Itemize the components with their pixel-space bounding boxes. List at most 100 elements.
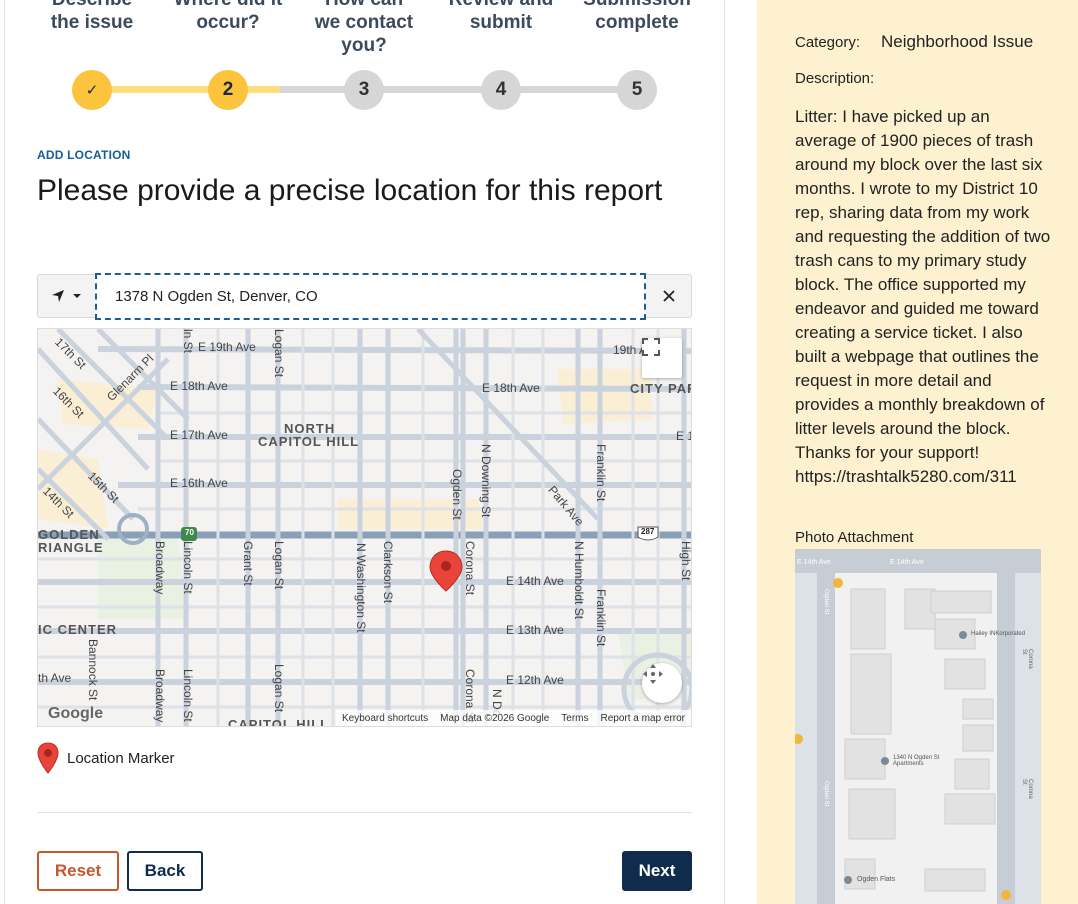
step-1-label: Describethe issue	[50, 0, 134, 33]
map-label: Ogden St	[450, 469, 464, 520]
step-5-label: Submissioncomplete	[583, 0, 691, 33]
map-label: CITY PAR	[630, 381, 692, 396]
reset-button[interactable]: Reset	[37, 851, 119, 891]
map-label: CAPITOL HILL	[228, 717, 330, 727]
map-label: IC CENTER	[38, 622, 118, 637]
left-border	[4, 0, 5, 904]
step-track-3-4	[382, 86, 482, 93]
photo-attachment-label: Photo Attachment	[795, 529, 914, 546]
map-label: Clarkson St	[381, 541, 395, 604]
map-label: Bannock St	[86, 639, 100, 701]
map-label: Corona St	[463, 541, 477, 596]
map-label: E 1	[676, 429, 691, 443]
photo-map-image	[795, 549, 1041, 904]
photo-map-label: Corona St	[1021, 649, 1033, 669]
map-label: Logan St	[272, 664, 286, 713]
google-logo: Google	[48, 705, 104, 722]
address-search	[37, 273, 692, 320]
location-map[interactable]: E 19th Ave E 18th Ave E 18th Ave E 17th …	[37, 328, 692, 727]
map-attribution: Keyboard shortcuts Map data ©2026 Google…	[335, 710, 691, 726]
main-panel-border	[724, 0, 725, 904]
step-3-number: 3	[358, 79, 370, 100]
location-marker-icon	[37, 742, 59, 774]
map-label: E 18th Ave	[482, 381, 540, 395]
map-label: Logan St	[272, 541, 286, 590]
map-label: ln St	[181, 329, 195, 354]
category-label: Category:	[795, 34, 861, 51]
photo-map-label: Hailey INKorporated	[971, 631, 1026, 637]
report-map-error-link[interactable]: Report a map error	[601, 713, 685, 724]
step-5-circle: 5	[617, 70, 657, 110]
clear-search-button[interactable]	[647, 275, 691, 317]
step-3-circle: 3	[344, 70, 384, 110]
step-track-1-2	[110, 86, 210, 93]
address-search-input[interactable]	[95, 273, 646, 320]
category-value: Neighborhood Issue	[881, 32, 1034, 51]
map-label: E 18th Ave	[170, 379, 228, 393]
fullscreen-icon	[642, 338, 660, 356]
map-label: Broadway	[153, 541, 167, 595]
checkmark-icon: ✓	[85, 82, 99, 99]
terms-link[interactable]: Terms	[561, 713, 588, 724]
step-3-label: How canwe contactyou?	[314, 0, 414, 56]
report-summary-sidebar: Category: Neighborhood Issue Description…	[757, 0, 1078, 904]
map-label: Logan St	[272, 329, 286, 378]
map-label: E 12th Ave	[506, 673, 564, 687]
step-4-circle: 4	[481, 70, 521, 110]
photo-map-label: 1340 N Ogden St Apartments	[893, 755, 940, 767]
step-2-circle: 2	[208, 70, 248, 110]
pan-arrows-icon	[643, 664, 663, 684]
photo-map-label: E 14th Ave	[797, 559, 831, 566]
close-icon	[663, 290, 675, 302]
chevron-down-icon	[73, 294, 81, 298]
legend-label: Location Marker	[67, 749, 175, 767]
step-5-number: 5	[631, 79, 643, 100]
section-eyebrow: ADD LOCATION	[37, 148, 131, 162]
photo-map-label: Ogden St	[823, 781, 829, 807]
map-label: E 16th Ave	[170, 476, 228, 490]
fullscreen-button[interactable]	[642, 338, 682, 378]
step-4-label: Review andsubmit	[449, 0, 554, 33]
map-label: RIANGLE	[38, 540, 104, 555]
step-1-circle: ✓	[72, 70, 112, 110]
map-base	[38, 329, 691, 726]
map-label: Franklin St	[594, 444, 608, 502]
photo-map-label: E 14th Ave	[890, 559, 924, 566]
map-label: Grant St	[241, 541, 255, 586]
step-track-2-progress	[246, 86, 280, 93]
map-label: High St	[679, 541, 692, 581]
map-data-credit: Map data ©2026 Google	[440, 712, 550, 724]
map-label: N Humboldt St	[572, 541, 586, 620]
next-button[interactable]: Next	[622, 851, 692, 891]
map-label: Lincoln St	[181, 669, 195, 722]
page-title: Please provide a precise location for th…	[37, 174, 663, 207]
step-track-2-3	[280, 86, 346, 93]
locate-me-button[interactable]	[38, 275, 94, 317]
photo-map-label: Ogden St	[823, 589, 829, 615]
navigation-arrow-icon	[52, 290, 64, 302]
map-label: Lincoln St	[181, 541, 195, 594]
keyboard-shortcuts-link[interactable]: Keyboard shortcuts	[342, 713, 428, 724]
step-4-number: 4	[495, 79, 507, 100]
description-text: Litter: I have picked up an average of 1…	[795, 107, 1051, 486]
description-label: Description:	[795, 70, 875, 87]
step-2-number: 2	[222, 79, 234, 100]
map-label: CAPITOL HILL	[258, 434, 360, 449]
map-label: Franklin St	[594, 589, 608, 647]
map-label: th Ave	[38, 671, 72, 685]
highway-70-shield-label: 70	[185, 528, 194, 537]
highway-287-shield-label: 287	[641, 527, 655, 536]
map-label: N Washington St	[354, 543, 368, 633]
map-legend: Location Marker	[37, 742, 175, 774]
photo-map-label: Ogden Flats	[857, 876, 896, 883]
page: Describethe issue Where did itoccur? How…	[0, 0, 1078, 904]
map-label: E 14th Ave	[506, 574, 564, 588]
map-label: N Downing St	[479, 444, 493, 518]
back-button[interactable]: Back	[127, 851, 203, 891]
map-label: E 13th Ave	[506, 623, 564, 637]
step-2-label: Where did itoccur?	[174, 0, 283, 33]
map-camera-control-button[interactable]	[642, 663, 682, 703]
map-label: E 19th Ave	[198, 340, 256, 354]
photo-map-label: Corona St	[1021, 779, 1033, 799]
photo-attachment-image[interactable]: E 14th Ave E 14th Ave Hailey INKorporate…	[795, 549, 1041, 904]
